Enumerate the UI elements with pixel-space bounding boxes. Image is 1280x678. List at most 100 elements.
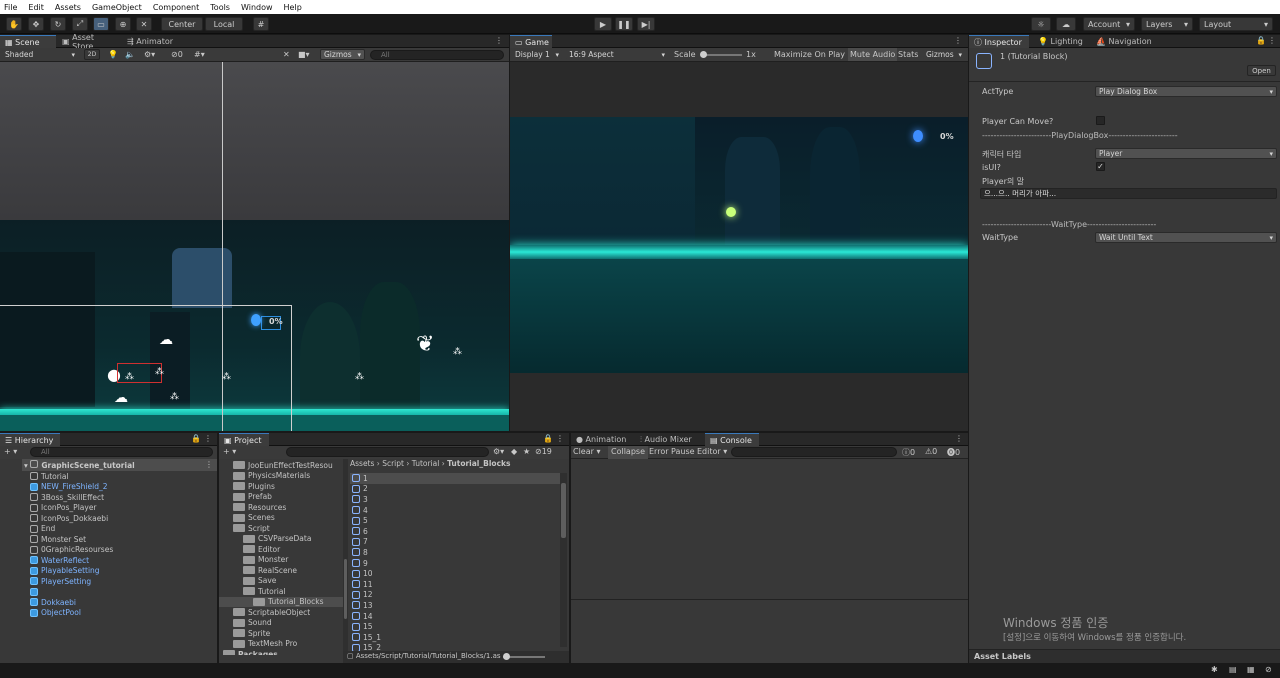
project-file-item[interactable]: 5 [350,515,560,526]
hierarchy-search-input[interactable]: All [30,447,213,457]
project-folder[interactable]: Resources [219,502,286,513]
gizmos-dropdown[interactable]: Gizmos [320,49,365,60]
lighting-toggle-icon[interactable]: 💡 [108,50,118,59]
project-folder[interactable]: Sprite [219,628,270,639]
game-more-icon[interactable]: ⋮ [954,36,962,45]
game-viewport[interactable]: 0% [510,117,968,373]
folder-tree-scrollbar[interactable] [343,459,348,655]
project-file-item[interactable]: 10 [350,568,560,579]
hierarchy-item[interactable]: 0GraphicResourses [30,545,113,556]
hierarchy-item[interactable]: NEW_FireShield_2 [30,482,107,493]
mute-audio-toggle[interactable]: Mute Audio [848,48,898,61]
file-list-scrollbar[interactable] [560,473,567,647]
hierarchy-item[interactable]: End [30,524,55,535]
project-folder[interactable]: ScriptableObject [219,607,310,618]
menu-item[interactable]: Component [153,3,199,12]
menu-item[interactable]: Edit [28,3,44,12]
custom-tool-icon[interactable]: ✕ [136,17,152,31]
project-folder[interactable]: Sound [219,618,272,629]
clear-dropdown[interactable]: Clear ▾ [573,447,600,456]
player-can-move-checkbox[interactable] [1096,116,1105,125]
console-more-icon[interactable]: ⋮ [955,434,963,443]
menu-item[interactable]: Help [284,3,302,12]
step-button[interactable]: ▶| [637,17,655,31]
breadcrumb-item[interactable]: Tutorial [412,459,440,468]
info-filter[interactable]: ⓘ0 [902,447,915,458]
project-folder[interactable]: Monster [219,555,288,566]
wait-type-dropdown[interactable]: Wait Until Text [1095,232,1277,243]
create-dropdown-icon[interactable]: + ▾ [4,447,17,456]
hierarchy-item[interactable]: PlayerSetting [30,576,91,587]
scene-more-icon[interactable]: ⋮ [495,36,503,45]
scale-slider-handle[interactable] [700,51,707,58]
hierarchy-lock-icon[interactable]: 🔒 [191,434,201,443]
project-more-icon[interactable]: ⋮ [556,434,564,443]
breadcrumb-item[interactable]: Script [382,459,404,468]
editor-dropdown[interactable]: Editor ▾ [697,447,727,456]
hierarchy-item[interactable] [30,587,41,598]
rect-tool-icon[interactable]: ▭ [93,17,109,31]
bug-icon[interactable]: ✱ [1211,665,1218,674]
hierarchy-item[interactable]: PlayableSetting [30,566,100,577]
hierarchy-item[interactable]: Dokkaebi [30,597,76,608]
project-file-item[interactable]: 11 [350,579,560,590]
project-folder[interactable]: Script [219,523,270,534]
project-folder[interactable]: Tutorial_Blocks [219,596,343,607]
maximize-on-play-toggle[interactable]: Maximize On Play [774,50,845,59]
tab-audio-mixer[interactable]: ⫶ Audio Mixer [635,433,703,446]
project-search-input[interactable] [286,447,489,457]
tab-hierarchy[interactable]: ☰ Hierarchy [0,433,60,446]
project-create-icon[interactable]: + ▾ [223,447,236,456]
pivot-center-button[interactable]: Center [161,17,203,31]
hierarchy-item[interactable]: Monster Set [30,534,86,545]
collab-icon[interactable]: ☼ [1031,17,1051,31]
account-dropdown[interactable]: Account ▾ [1083,17,1135,31]
display-dropdown[interactable]: Display 1 [511,49,563,60]
project-file-item[interactable]: 14 [350,611,560,622]
hierarchy-item[interactable]: WaterReflect [30,555,89,566]
tab-animator[interactable]: ⇶ Animator [122,35,182,48]
error-pause-toggle[interactable]: Error Pause [649,447,695,456]
tab-console[interactable]: ▤ Console [705,433,759,446]
cloud-icon[interactable]: ☁ [1056,17,1076,31]
project-file-item[interactable]: 9 [350,558,560,569]
project-folder[interactable]: Prefab [219,492,272,503]
breadcrumb-item[interactable]: Tutorial_Blocks [447,459,510,468]
console-search-input[interactable] [731,447,897,457]
hierarchy-item[interactable]: ObjectPool [30,608,81,619]
label-filter-icon[interactable]: ◆ [511,447,517,456]
inspector-lock-icon[interactable]: 🔒 [1256,36,1266,45]
favorite-icon[interactable]: ★ [523,447,530,456]
project-file-item[interactable]: 13 [350,600,560,611]
project-folder[interactable]: Scenes [219,513,275,524]
project-file-item[interactable]: 4 [350,505,560,516]
breadcrumb-item[interactable]: Assets [350,459,374,468]
tab-asset-store[interactable]: ▣ Asset Store [57,33,121,51]
warning-filter[interactable]: ⚠0 [925,447,937,456]
project-folder[interactable]: Save [219,576,276,587]
transform-tool-icon[interactable]: ⊕ [115,17,131,31]
project-folder[interactable]: JooEunEffectTestResou [219,460,333,471]
tab-inspector[interactable]: ⓘ Inspector [969,35,1029,48]
act-type-dropdown[interactable]: Play Dialog Box [1095,86,1277,97]
player-line-input[interactable]: 으...으.. 머리가 아파... [980,188,1277,199]
collapse-toggle[interactable]: Collapse [608,446,648,459]
tab-navigation[interactable]: ⛵ Navigation [1091,35,1161,48]
menu-item[interactable]: Window [241,3,273,12]
search-filter-icon[interactable]: ⚙▾ [493,447,504,456]
icon-size-handle[interactable] [503,653,510,660]
project-lock-icon[interactable]: 🔒 [543,434,553,443]
effects-dropdown-icon[interactable]: ⚙▾ [144,50,155,59]
menu-item[interactable]: GameObject [92,3,142,12]
scene-search-input[interactable]: All [370,50,504,60]
hierarchy-item[interactable]: Tutorial [30,471,69,482]
tab-lighting[interactable]: 💡 Lighting [1033,35,1091,48]
layers-dropdown[interactable]: Layers ▾ [1141,17,1193,31]
project-file-item[interactable]: 7 [350,537,560,548]
project-folder[interactable]: Plugins [219,481,275,492]
play-button[interactable]: ▶ [594,17,612,31]
grid-snap-icon[interactable]: # [253,17,269,31]
tools-icon[interactable]: ✕ [283,50,290,59]
rotate-tool-icon[interactable]: ↻ [50,17,66,31]
scene-root-row[interactable]: ▾ GraphicScene_tutorial ⋮ [22,459,217,471]
